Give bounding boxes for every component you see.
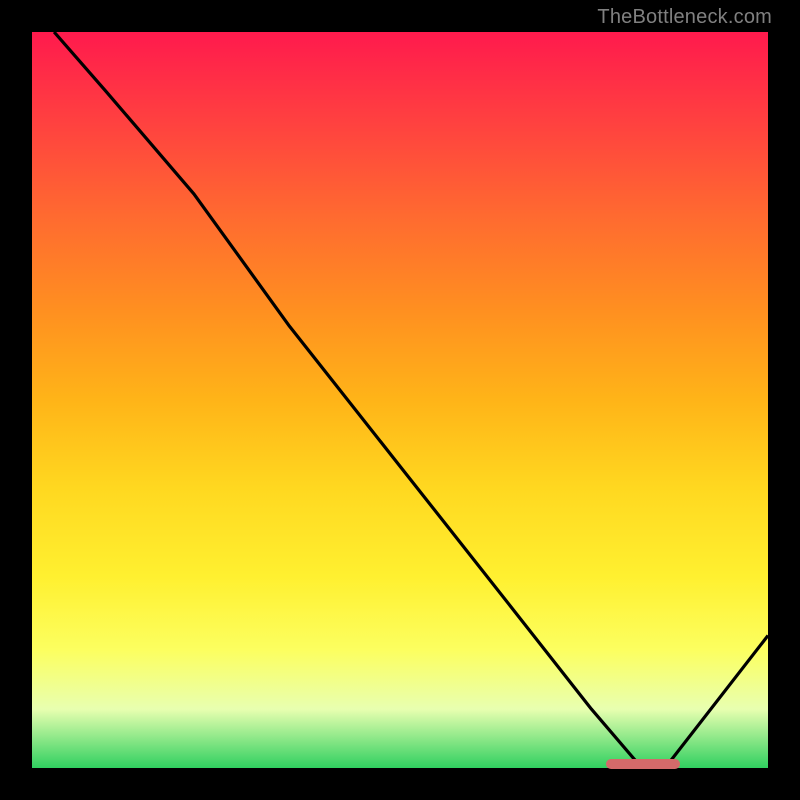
plot-area xyxy=(32,32,768,768)
attribution-label: TheBottleneck.com xyxy=(597,6,772,29)
bottleneck-curve xyxy=(32,32,768,768)
chart-container: TheBottleneck.com xyxy=(0,0,800,800)
optimal-range-marker xyxy=(606,759,680,769)
